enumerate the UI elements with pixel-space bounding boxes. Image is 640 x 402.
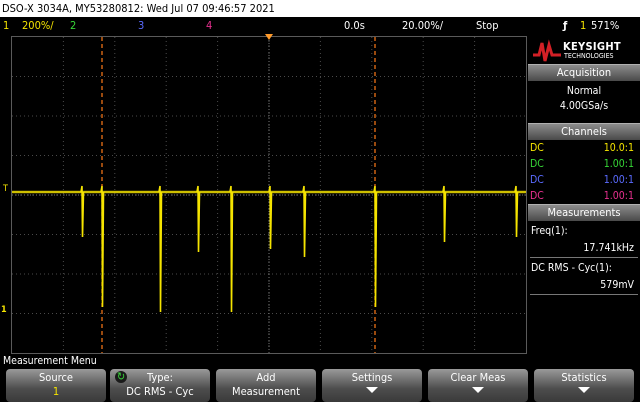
trigger-level: 571% (591, 19, 620, 32)
channel-coupling: DC (530, 190, 544, 202)
channels-header[interactable]: Channels (528, 123, 640, 140)
meas-label-2: DC RMS - Cyc(1): (531, 262, 612, 274)
graticule (12, 37, 526, 353)
run-state: Stop (476, 19, 499, 32)
channel-row-2[interactable]: DC 1.00:1 (528, 156, 640, 172)
ch1-scale: 200%/ (22, 19, 54, 32)
channel-row-4[interactable]: DC 1.00:1 (528, 188, 640, 204)
softkey-label: Source (39, 371, 73, 384)
acquisition-header[interactable]: Acquisition (528, 64, 640, 81)
ch2-number[interactable]: 2 (70, 17, 76, 35)
sample-rate: 4.00GSa/s (559, 100, 609, 112)
channel-coupling: DC (530, 158, 544, 170)
settings-softkey[interactable]: Settings (322, 369, 422, 402)
softkey-label: Settings (351, 371, 393, 384)
meas-value-2: 579mV (530, 278, 638, 295)
softkey-label: Clear Meas (450, 371, 506, 384)
status-bar: 1 200%/ 2 3 4 0.0s 20.00%/ Stop ƒ 1 571% (0, 17, 640, 35)
ch4-number[interactable]: 4 (206, 17, 212, 35)
submenu-arrow-icon (366, 387, 378, 393)
channel-probe: 1.00:1 (603, 158, 634, 170)
menu-title: Measurement Menu (0, 354, 640, 368)
trigger-level-marker: T (3, 184, 8, 194)
trigger-edge-icon: ƒ (563, 19, 568, 32)
ch1-trace-band (12, 190, 526, 194)
brand-sub: TECHNOLOGIES (564, 52, 614, 60)
entry-knob-icon: ↻ (115, 370, 127, 383)
channel-probe: 10.0:1 (603, 142, 634, 154)
softkey-label: Add (256, 371, 276, 384)
delay-readout: 0.0s (344, 19, 365, 32)
submenu-arrow-icon (578, 387, 590, 393)
submenu-arrow-icon (472, 387, 484, 393)
keysight-wave-icon (533, 39, 561, 62)
clear-meas-softkey[interactable]: Clear Meas (428, 369, 528, 402)
softkey-label: Statistics (561, 371, 607, 384)
add-measurement-softkey[interactable]: Add Measurement (216, 369, 316, 402)
type-softkey[interactable]: ↻ Type: DC RMS - Cyc (110, 369, 210, 402)
brand-logo: KEYSIGHT TECHNOLOGIES (528, 36, 640, 64)
ch3-number[interactable]: 3 (138, 17, 144, 35)
acquisition-mode: Normal (566, 85, 602, 97)
meas-label-1: Freq(1): (531, 225, 568, 237)
channel-coupling: DC (530, 174, 544, 186)
window-title: DSO-X 3034A, MY53280812: Wed Jul 07 09:4… (0, 0, 640, 17)
ground-marker: 1 (1, 305, 7, 315)
timebase-readout: 20.00%/ (402, 19, 444, 32)
softkey-value: DC RMS - Cyc (126, 385, 194, 398)
channel-probe: 1.00:1 (603, 174, 634, 186)
trigger-channel: 1 (580, 19, 587, 32)
channel-row-1[interactable]: DC 10.0:1 (528, 140, 640, 156)
trigger-position-marker (265, 34, 273, 40)
softkey-value: Measurement (232, 385, 300, 398)
statistics-softkey[interactable]: Statistics (534, 369, 634, 402)
softkey-value: 1 (52, 385, 60, 398)
channel-probe: 1.00:1 (603, 190, 634, 202)
measurements-header[interactable]: Measurements (528, 204, 640, 221)
meas-value-1: 17.741kHz (530, 241, 638, 258)
channel-coupling: DC (530, 142, 544, 154)
side-panel: KEYSIGHT TECHNOLOGIES Acquisition Normal… (528, 36, 640, 354)
ch1-number[interactable]: 1 (3, 17, 9, 35)
waveform-display[interactable] (11, 36, 527, 354)
channel-row-3[interactable]: DC 1.00:1 (528, 172, 640, 188)
source-softkey[interactable]: Source 1 (6, 369, 106, 402)
softkey-bar: Source 1 ↻ Type: DC RMS - Cyc Add Measur… (0, 369, 640, 402)
